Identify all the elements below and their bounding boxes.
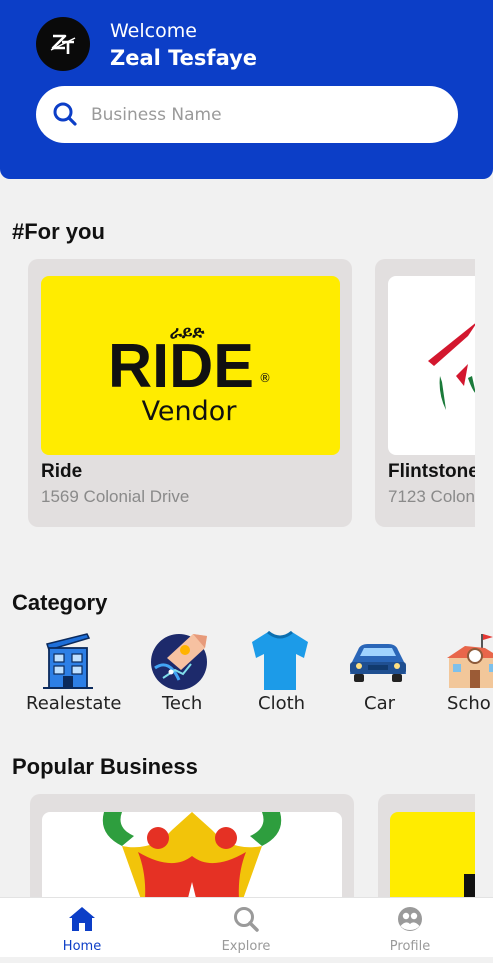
tshirt-icon — [252, 630, 308, 690]
search-bar[interactable] — [36, 86, 458, 143]
welcome-text: Welcome — [110, 20, 197, 42]
flintstone-logo-image — [388, 276, 475, 455]
popular-business-card[interactable] — [30, 794, 354, 897]
car-icon — [350, 644, 406, 682]
search-input[interactable] — [91, 98, 431, 131]
business-address: 1569 Colonial Drive — [41, 487, 190, 506]
category-realestate[interactable]: Realestate — [19, 624, 122, 724]
category-title: Category — [12, 590, 108, 615]
system-bottom-bar — [0, 957, 493, 963]
building-icon — [43, 633, 93, 689]
popular-carousel[interactable] — [0, 794, 475, 897]
profile-icon — [398, 907, 422, 931]
nav-home[interactable]: Home — [0, 898, 164, 958]
search-icon — [234, 907, 259, 932]
ride-logo-wordmark: RIDE — [108, 332, 254, 401]
popular-business-image — [42, 812, 342, 897]
popular-business-logo — [464, 874, 475, 897]
category-tech[interactable]: Tech — [131, 624, 231, 724]
school-icon — [447, 634, 493, 688]
home-icon — [69, 907, 95, 931]
category-school[interactable]: Scho — [427, 624, 493, 724]
category-car[interactable]: Car — [328, 624, 428, 724]
nav-label: Profile — [389, 939, 431, 954]
popular-business-title: Popular Business — [12, 754, 198, 779]
category-cloth[interactable]: Cloth — [230, 624, 330, 724]
popular-business-image — [390, 812, 475, 897]
user-name: Zeal Tesfaye — [110, 46, 258, 70]
business-name: Ride — [41, 461, 83, 482]
business-card[interactable]: Flintstone 7123 Colon — [375, 259, 475, 527]
nav-explore[interactable]: Explore — [164, 898, 328, 958]
nav-label: Home — [62, 939, 102, 954]
avatar-monogram-icon — [50, 34, 76, 54]
popular-business-logo — [102, 812, 282, 897]
category-list[interactable]: Realestate Tech Cloth Car Scho — [0, 624, 493, 724]
category-label: Tech — [162, 693, 203, 714]
search-icon — [53, 102, 77, 126]
business-card[interactable]: ራይድ RIDE ® Vendor Ride 1569 Colonial Dri… — [28, 259, 352, 527]
popular-business-card[interactable] — [378, 794, 475, 897]
tech-hand-icon — [151, 634, 207, 690]
category-label: Car — [364, 693, 395, 714]
ride-logo-vendor: Vendor — [142, 396, 238, 427]
business-address: 7123 Colon — [388, 487, 475, 506]
ride-logo-image: ራይድ RIDE ® Vendor — [41, 276, 340, 455]
nav-label: Explore — [221, 939, 271, 954]
app-header: Welcome Zeal Tesfaye — [0, 0, 493, 179]
user-avatar[interactable] — [36, 17, 90, 71]
for-you-title: #For you — [12, 219, 105, 244]
category-label: Cloth — [258, 693, 306, 714]
category-label: Realestate — [26, 693, 122, 714]
ride-logo: ራይድ RIDE ® Vendor — [108, 323, 271, 427]
business-name: Flintstone — [388, 461, 475, 482]
ride-logo-registered-mark: ® — [259, 371, 271, 385]
bottom-navigation: Home Explore Profile — [0, 897, 493, 957]
for-you-carousel[interactable]: ራይድ RIDE ® Vendor Ride 1569 Colonial Dri… — [0, 259, 475, 529]
category-label: Scho — [447, 693, 491, 714]
nav-profile[interactable]: Profile — [328, 898, 492, 958]
flintstone-logo — [428, 323, 475, 410]
